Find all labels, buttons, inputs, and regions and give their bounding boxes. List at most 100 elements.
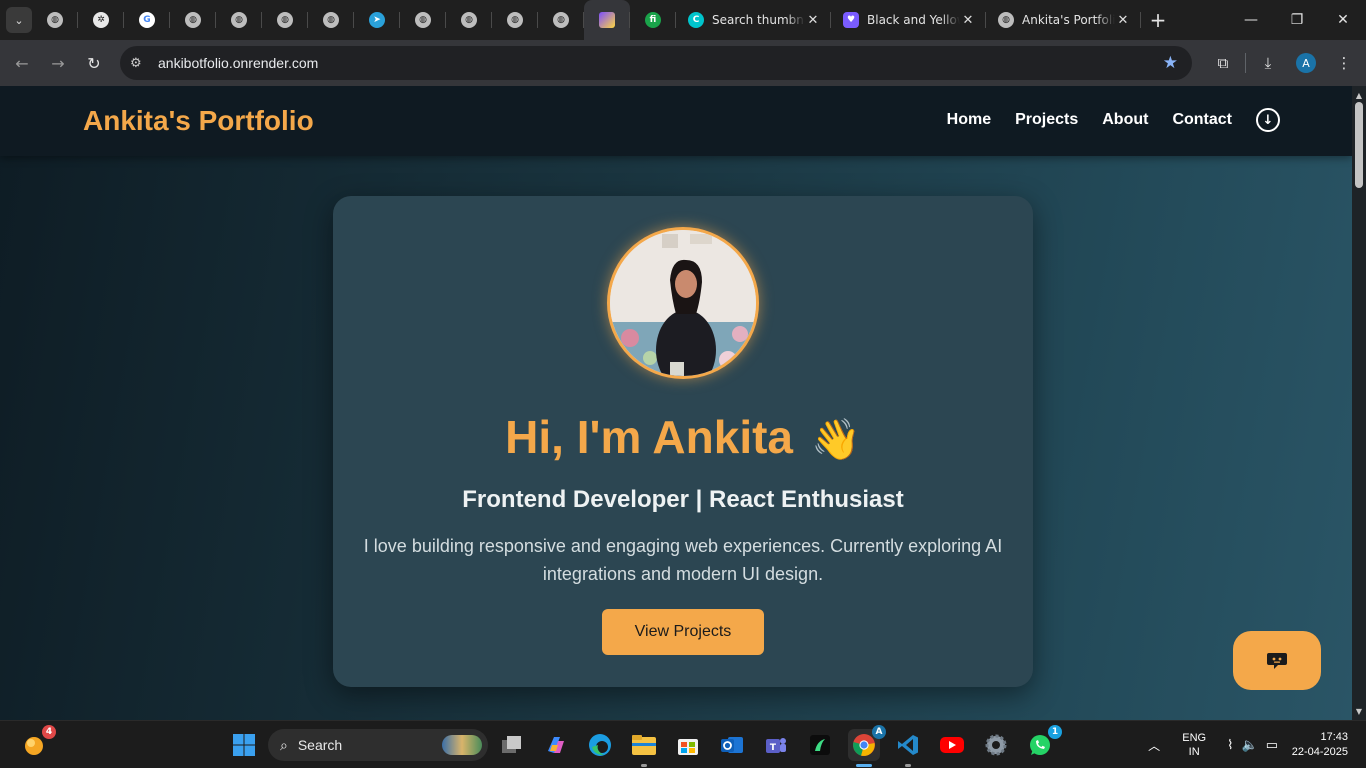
hero-greeting-text: Hi, I'm Ankita (505, 411, 794, 463)
pinned-tab[interactable]: G (124, 0, 170, 40)
back-arrow-icon[interactable]: ← (4, 45, 40, 81)
close-icon[interactable]: ✕ (1115, 13, 1131, 28)
tab-search-thumbnails[interactable]: C Search thumbnails ✕ (676, 0, 831, 40)
close-icon[interactable]: ✕ (805, 13, 821, 28)
hero-bio: I love building responsive and engaging … (363, 536, 1003, 584)
settings-gear-icon[interactable] (980, 729, 1012, 761)
globe-icon: ◍ (277, 12, 293, 28)
extensions-puzzle-icon[interactable]: ⧉ (1207, 45, 1239, 81)
nav-link-projects[interactable]: Projects (1015, 111, 1078, 129)
globe-icon: ◍ (323, 12, 339, 28)
pinned-tab-active[interactable] (584, 0, 630, 40)
pinned-tab[interactable]: ◍ (216, 0, 262, 40)
youtube-icon[interactable] (936, 729, 968, 761)
chat-bubble-icon (1267, 652, 1287, 669)
profile-photo (607, 227, 759, 379)
minimize-icon[interactable]: — (1228, 0, 1274, 40)
close-icon[interactable]: ✕ (960, 13, 976, 28)
scroll-down-arrow-icon[interactable]: ▼ (1352, 704, 1366, 718)
window-controls: — ❐ ✕ (1228, 0, 1366, 40)
quick-settings[interactable]: ⌇ 🔈 ▭ (1217, 737, 1288, 753)
file-explorer-icon[interactable] (628, 729, 660, 767)
show-hidden-icons-chevron-icon[interactable]: ︿ (1137, 737, 1171, 754)
pinned-tab[interactable]: ◍ (400, 0, 446, 40)
canva-icon: C (688, 12, 704, 28)
bookmark-star-icon[interactable]: ★ (1163, 53, 1178, 73)
nav-link-contact[interactable]: Contact (1172, 111, 1232, 129)
clock-time: 17:43 (1320, 731, 1348, 743)
scrollbar-thumb[interactable] (1355, 102, 1363, 188)
task-view-icon[interactable] (496, 729, 528, 761)
nav-links: Home Projects About Contact ↓ (923, 108, 1280, 132)
close-window-icon[interactable]: ✕ (1320, 0, 1366, 40)
globe-icon: ◍ (47, 12, 63, 28)
copilot-icon[interactable] (540, 729, 572, 761)
pinned-tab[interactable]: ◍ (446, 0, 492, 40)
google-icon: G (139, 12, 155, 28)
chatbot-button[interactable] (1233, 631, 1321, 690)
chrome-profile-badge: A (872, 725, 886, 739)
input-language[interactable]: ENG IN (1171, 731, 1217, 759)
windows-logo-icon (233, 734, 255, 756)
hero-greeting: Hi, I'm Ankita 👋 (333, 410, 1033, 464)
tab-title: Ankita's Portfolio (1022, 13, 1115, 27)
page-scrollbar[interactable]: ▲ ▼ (1352, 86, 1366, 720)
web-page: Ankita's Portfolio Home Projects About C… (0, 86, 1352, 720)
site-brand[interactable]: Ankita's Portfolio (83, 105, 314, 137)
green-app-icon: fi (645, 12, 661, 28)
chrome-icon[interactable]: A (848, 725, 886, 767)
url-text[interactable]: ankibotfolio.onrender.com (158, 55, 318, 71)
forward-arrow-icon[interactable]: → (40, 45, 76, 81)
pinned-tab[interactable]: ◍ (492, 0, 538, 40)
edge-icon[interactable] (584, 729, 616, 761)
pinned-tab[interactable]: ◍ (308, 0, 354, 40)
teams-icon[interactable]: T (760, 729, 792, 761)
pinned-tab[interactable]: ◍ (262, 0, 308, 40)
microsoft-store-icon[interactable] (672, 729, 704, 761)
download-icon[interactable]: ⤓ (1252, 45, 1284, 81)
profile-button[interactable]: A (1290, 45, 1322, 81)
globe-icon: ◍ (185, 12, 201, 28)
battery-icon: ▭ (1265, 737, 1278, 752)
taskbar-search[interactable]: ⌕ Search (268, 729, 488, 761)
pinned-tab[interactable]: ◍ (32, 0, 78, 40)
hero-card: Hi, I'm Ankita 👋 Frontend Developer | Rea… (333, 196, 1033, 687)
pinned-tab[interactable]: ➤ (354, 0, 400, 40)
nav-link-home[interactable]: Home (947, 111, 991, 129)
pinned-tab[interactable]: ◍ (170, 0, 216, 40)
restore-icon[interactable]: ❐ (1274, 0, 1320, 40)
whatsapp-icon[interactable]: 1 (1024, 725, 1062, 761)
search-placeholder: Search (297, 737, 343, 753)
telegram-icon: ➤ (369, 12, 385, 28)
scroll-up-arrow-icon[interactable]: ▲ (1352, 88, 1366, 102)
reload-icon[interactable]: ↻ (76, 45, 112, 81)
browser-tab-strip: ⌄ ◍ ✲ G ◍ ◍ ◍ ◍ ➤ ◍ ◍ ◍ ◍ fi C Search th… (0, 0, 1366, 40)
system-tray: ︿ ENG IN ⌇ 🔈 ▭ 17:43 22-04-2025 (1137, 721, 1366, 768)
search-icon: ⌕ (280, 736, 288, 753)
hero-subtitle: Frontend Developer | React Enthusiast (462, 486, 904, 513)
waving-hand-icon: 👋 (811, 418, 861, 462)
weather-widget[interactable]: 4 (18, 725, 56, 761)
nav-link-about[interactable]: About (1102, 111, 1148, 129)
globe-icon: ◍ (553, 12, 569, 28)
globe-icon: ◍ (415, 12, 431, 28)
globe-icon: ◍ (998, 12, 1014, 28)
pinned-tab[interactable]: ◍ (538, 0, 584, 40)
pinned-tab[interactable]: fi (630, 0, 676, 40)
view-projects-button[interactable]: View Projects (602, 609, 764, 655)
new-tab-plus-icon[interactable]: + (1143, 5, 1173, 35)
tab-black-and-yellow[interactable]: ♥ Black and Yellow ✕ (831, 0, 986, 40)
start-button[interactable] (228, 729, 260, 761)
pinned-tab[interactable]: ✲ (78, 0, 124, 40)
address-bar[interactable]: ⚙ ankibotfolio.onrender.com ★ (120, 46, 1192, 80)
site-settings-icon[interactable]: ⚙ (130, 56, 150, 71)
kebab-menu-icon[interactable]: ⋮ (1328, 45, 1360, 81)
tab-ankitas-portfolio[interactable]: ◍ Ankita's Portfolio ✕ (986, 0, 1141, 40)
android-studio-icon[interactable] (804, 729, 836, 761)
outlook-icon[interactable] (716, 729, 748, 761)
tab-search-chevron-icon[interactable]: ⌄ (6, 7, 32, 33)
whatsapp-badge: 1 (1048, 725, 1062, 739)
clock[interactable]: 17:43 22-04-2025 (1288, 730, 1366, 760)
download-resume-icon[interactable]: ↓ (1256, 108, 1280, 132)
vscode-icon[interactable] (892, 729, 924, 767)
